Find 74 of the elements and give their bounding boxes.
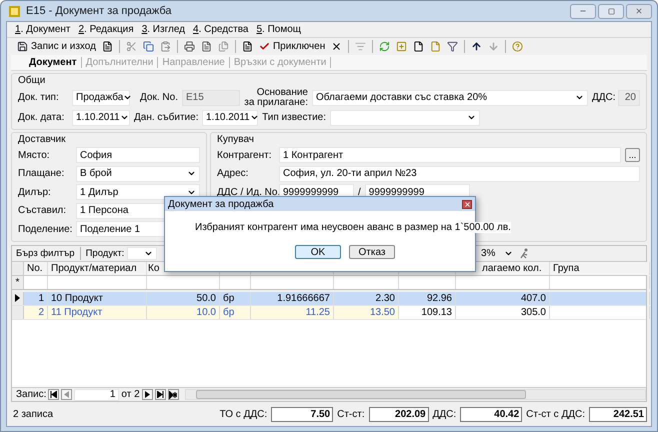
save-and-exit-button[interactable]: Запис и изход: [15, 39, 98, 54]
date-combo[interactable]: 1.10.2011: [72, 110, 130, 126]
combo-box[interactable]: В брой: [76, 166, 200, 182]
separator-text: /: [358, 186, 361, 198]
total-field: 7.50: [271, 406, 334, 422]
date-combo[interactable]: 1.10.2011: [202, 110, 258, 126]
table-cell: 13.50: [334, 306, 399, 318]
browse-button[interactable]: ...: [625, 148, 640, 162]
field-label: Основание за прилагане:: [244, 88, 308, 108]
window-title: E15 - Документ за продажба: [26, 5, 172, 17]
field-label: Място:: [18, 150, 51, 161]
discount-combo[interactable]: 3%: [478, 246, 516, 260]
field-label: Док. No.: [139, 92, 178, 103]
field-label: ДДС:: [592, 92, 614, 103]
field-label: Тип известие:: [262, 112, 326, 123]
table-cell: 10 Продукт: [48, 292, 147, 304]
total-field: 242.51: [589, 406, 647, 422]
total-label: ДДС:: [432, 408, 456, 420]
field-label: Док. дата:: [18, 112, 66, 123]
table-cell: 1: [24, 292, 48, 304]
field-label: Плащане:: [18, 168, 66, 180]
table-cell: 305.0: [456, 306, 550, 318]
dialog-button[interactable]: OK: [295, 245, 341, 259]
partner-field[interactable]: 1 Контрагент: [279, 147, 621, 164]
vat-field[interactable]: 20: [618, 90, 640, 106]
menu-item[interactable]: 3. Изглед: [142, 24, 186, 35]
table-cell: 50.0: [147, 292, 220, 304]
basis-combo[interactable]: Облагаеми доставки със ставка 20%: [312, 90, 588, 106]
menu-item[interactable]: 4. Средства: [193, 24, 248, 35]
total-label: Ст-ст:: [337, 408, 365, 420]
total-label: ТО с ДДС:: [220, 408, 268, 420]
field-label: Адрес:: [217, 168, 250, 180]
tab[interactable]: Документ: [25, 57, 82, 68]
record-label: Запис:: [16, 389, 46, 400]
dialog-message: Избраният контрагент има неусвоен аванс в размер на 1`500.00 лв.: [195, 222, 511, 232]
table-cell: 1.91666667: [251, 292, 334, 304]
menu-item[interactable]: 5. Помощ: [256, 24, 301, 35]
filter-label: Бърз филтър: [16, 248, 75, 258]
complete-button[interactable]: Приключен: [256, 39, 328, 54]
menu-item[interactable]: 1. Документ: [15, 24, 70, 35]
doc-no-field[interactable]: E15: [182, 90, 240, 106]
field-label: Дан. събитие:: [134, 112, 198, 123]
table-cell: 109.13: [399, 306, 456, 318]
group-title: Доставчик: [18, 134, 67, 146]
table-cell: бр: [220, 306, 251, 318]
group-title: Общи: [18, 75, 46, 87]
field-label: Док. тип:: [18, 92, 60, 103]
doc-type-combo[interactable]: Продажба: [72, 90, 130, 106]
menu-item[interactable]: 2. Редакция: [78, 24, 134, 35]
total-label: Ст-ст с ДДС:: [526, 408, 585, 420]
address-field[interactable]: София, ул. 20-ти април №23: [279, 166, 640, 182]
field-label: Контрагент:: [217, 150, 272, 161]
field-label: Поделение:: [18, 224, 72, 235]
record-count: от 2: [121, 389, 140, 400]
table-cell: 11.25: [251, 306, 334, 318]
total-field: 202.09: [368, 406, 429, 422]
table-cell: 2.30: [334, 292, 399, 304]
new-row-icon[interactable]: *: [12, 276, 24, 288]
group-title: Купувач: [217, 134, 255, 146]
table-cell: 11 Продукт: [48, 306, 147, 318]
field-label: Дилър:: [18, 186, 52, 198]
field-label: Продукт:: [86, 248, 124, 258]
dialog-button[interactable]: Отказ: [349, 245, 395, 259]
table-cell: 407.0: [456, 292, 550, 304]
table-cell: 2: [24, 306, 48, 318]
input-field[interactable]: София: [76, 147, 200, 164]
field-label: Съставил:: [18, 205, 68, 216]
record-count: 2 записа: [13, 408, 54, 420]
table-cell: бр: [220, 292, 251, 304]
table-cell: 92.96: [399, 292, 456, 304]
total-field: 40.42: [460, 406, 522, 422]
table-cell: 10.0: [147, 306, 220, 318]
combo-box[interactable]: 1 Дилър: [76, 184, 200, 200]
record-number-field[interactable]: 1: [74, 388, 120, 400]
